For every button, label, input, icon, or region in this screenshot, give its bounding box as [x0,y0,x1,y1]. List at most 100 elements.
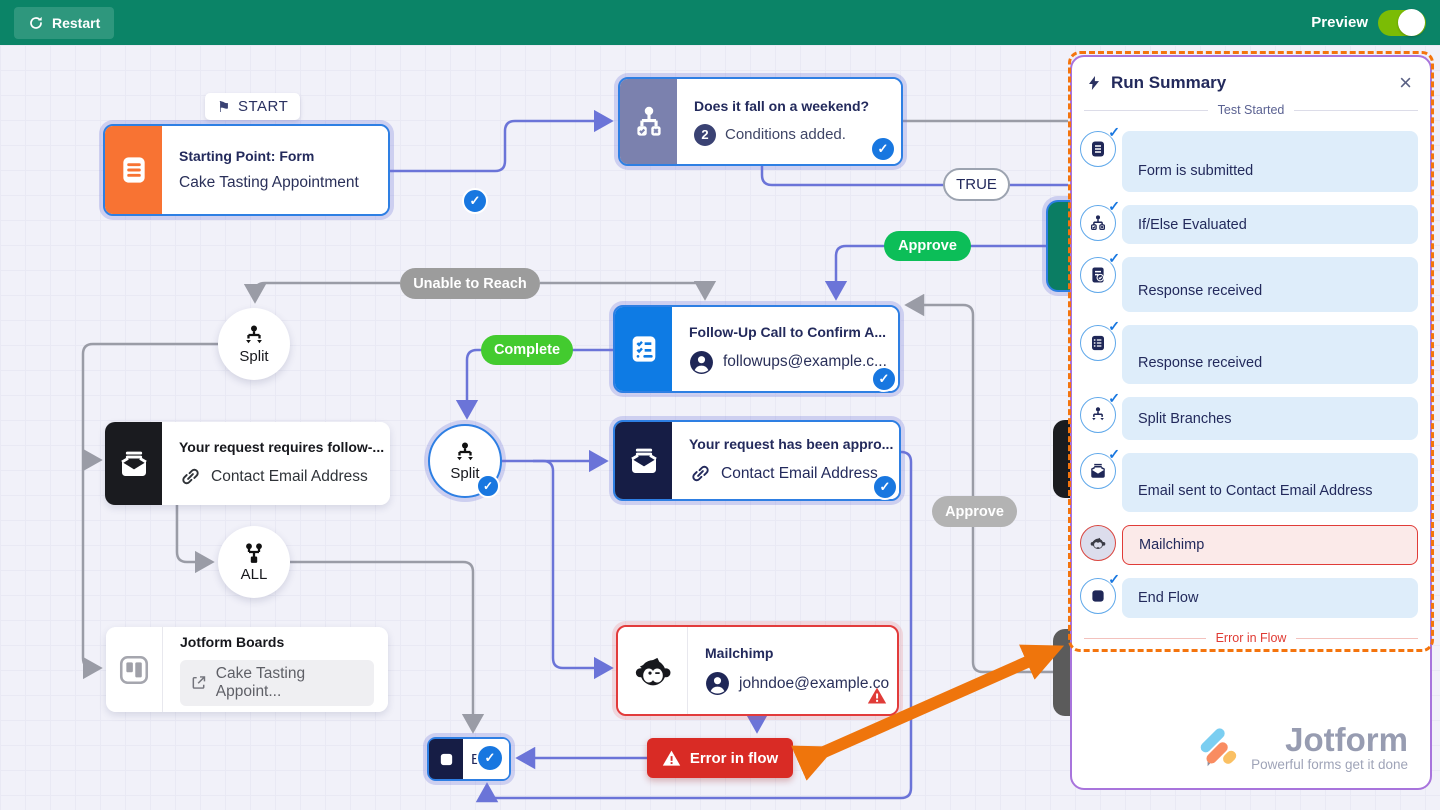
split-icon [242,324,266,348]
split-icon: ✓ [1080,397,1116,433]
form-node-color [105,126,162,214]
run-summary-row[interactable]: ✓ If/Else Evaluated [1080,205,1418,244]
preview-label: Preview [1311,14,1368,31]
run-step-label: Email sent to Contact Email Address [1122,453,1418,512]
avatar-icon [705,671,730,696]
split-label: Split [239,348,268,365]
run-summary-row[interactable]: ✓ Split Branches [1080,397,1418,440]
branch-label-unable-to-reach: Unable to Reach [400,268,540,299]
node-title: Your request has been appro... [689,436,899,452]
error-button-label: Error in flow [690,750,778,767]
run-summary-row[interactable]: ✓ Form is submitted [1080,131,1418,192]
node-title: Jotform Boards [180,634,284,650]
top-bar: Restart Preview [0,0,1440,45]
ifelse-icon: ✓ [1080,205,1116,241]
node-approved-email[interactable]: Your request has been appro... Contact E… [613,420,901,501]
approval-list-icon [628,333,660,365]
node-split-b[interactable]: Split ✓ [428,424,502,498]
preview-control: Preview [1311,10,1426,36]
jotform-brand: Jotform [1285,725,1408,755]
split-icon [453,441,477,465]
preview-toggle[interactable] [1378,10,1426,36]
run-step-label: Response received [1122,325,1418,384]
restart-label: Restart [52,15,100,31]
board-link[interactable]: Cake Tasting Appoint... [180,660,374,706]
mailchimp-icon [632,650,674,692]
avatar-icon [689,350,714,375]
node-ifelse-weekend[interactable]: Does it fall on a weekend? 2 Conditions … [618,77,903,166]
branch-label-approve-pending: Approve [932,496,1017,527]
success-check-icon: ✓ [1108,318,1120,335]
completed-check-badge: ✓ [476,744,504,772]
warning-icon [662,749,681,768]
node-approval-fragment[interactable] [1046,200,1072,292]
start-flag-label: ⚑ START [205,93,300,120]
node-followup-call[interactable]: Follow-Up Call to Confirm A... followups… [613,305,900,393]
node-title: Mailchimp [705,645,897,661]
error-in-flow-label: Error in Flow [1216,631,1287,645]
start-label: START [238,98,288,115]
node-subtitle: Cake Tasting Appointment [179,174,359,192]
jotform-watermark: Jotform Powerful forms get it done [1198,725,1408,772]
success-check-icon: ✓ [1108,446,1120,463]
run-summary-row[interactable]: ✓ Email sent to Contact Email Address [1080,453,1418,512]
form-fields-icon: ✓ [1080,325,1116,361]
success-check-icon: ✓ [1108,571,1120,588]
restart-icon [28,15,44,31]
branch-label-true: TRUE [943,168,1010,201]
node-split-a[interactable]: Split [218,308,290,380]
node-mailchimp[interactable]: Mailchimp johndoe@example.co [616,625,899,716]
node-email: followups@example.c... [723,353,887,371]
boards-icon [117,653,151,687]
panel-title: Run Summary [1111,73,1386,93]
branch-label-complete: Complete [481,335,573,365]
form-icon: ✓ [1080,131,1116,167]
node-jotform-boards[interactable]: Jotform Boards Cake Tasting Appoint... [106,627,388,712]
toggle-knob [1398,9,1425,36]
error-in-flow-button[interactable]: Error in flow [647,738,793,778]
node-starting-point-form[interactable]: Starting Point: Form Cake Tasting Appoin… [103,124,390,216]
jotform-tagline: Powerful forms get it done [1251,757,1408,772]
node-title: Follow-Up Call to Confirm A... [689,324,898,340]
success-check-icon: ✓ [1108,198,1120,215]
node-end-flow[interactable]: END ✓ [427,737,511,781]
node-merge-all[interactable]: ALL [218,526,290,598]
restart-button[interactable]: Restart [14,7,114,39]
board-link-label: Cake Tasting Appoint... [216,665,364,701]
success-check-icon: ✓ [1108,124,1120,141]
error-in-flow-divider: Error in Flow [1084,631,1418,645]
run-step-label: If/Else Evaluated [1122,205,1418,244]
node-subtitle: Conditions added. [725,126,846,143]
link-icon [689,462,712,485]
node-title: Does it fall on a weekend? [694,98,901,114]
run-step-label: Response received [1122,257,1418,312]
success-check-icon: ✓ [1108,390,1120,407]
bolt-icon [1086,74,1102,92]
completed-check-badge: ✓ [871,366,897,392]
run-summary-row[interactable]: ✓ End Flow [1080,578,1418,618]
run-step-label: End Flow [1122,578,1418,618]
node-title: Your request requires follow-... [179,439,390,455]
panel-header: Run Summary × [1072,57,1430,103]
completed-check-badge: ✓ [870,136,896,162]
node-requires-followup-email[interactable]: Your request requires follow-... Contact… [105,422,390,505]
email-icon: ✓ [1080,453,1116,489]
all-label: ALL [241,566,268,583]
flag-icon: ⚑ [217,98,231,116]
run-summary-panel: Run Summary × Test Started ✓ Form is sub… [1070,55,1432,790]
external-link-icon [190,673,208,692]
approval-icon: ✓ [1080,257,1116,293]
run-summary-row-error[interactable]: Mailchimp [1080,525,1418,565]
run-summary-row[interactable]: ✓ Response received [1080,325,1418,384]
node-field: Contact Email Address [211,468,368,486]
merge-all-icon [241,542,267,566]
end-flow-icon [438,751,455,768]
end-flow-icon: ✓ [1080,578,1116,614]
node-title: Starting Point: Form [179,148,388,164]
node-field: Contact Email Address [721,465,878,483]
run-summary-row[interactable]: ✓ Response received [1080,257,1418,312]
close-icon[interactable]: × [1395,74,1416,92]
workflow-builder-app: Restart Preview ⚑ START Starting Point: … [0,0,1440,810]
branch-label-approve: Approve [884,231,971,261]
mailchimp-icon [1080,525,1116,561]
